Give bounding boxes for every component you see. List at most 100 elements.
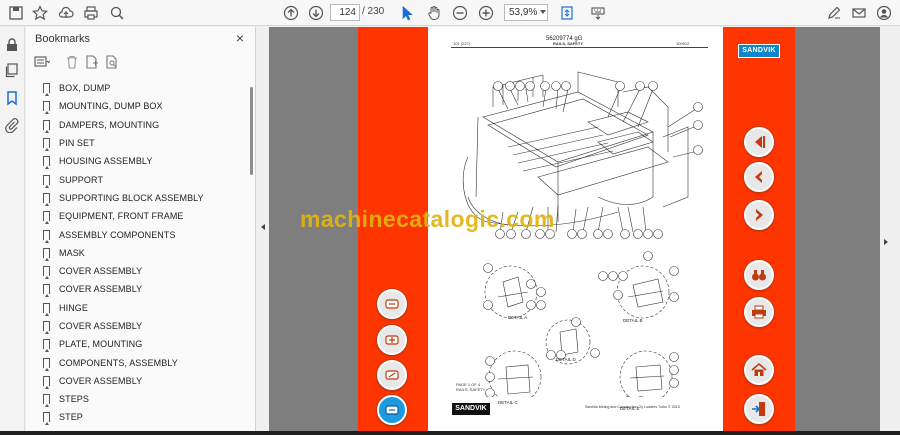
bookmark-item[interactable]: MASK <box>26 244 248 262</box>
bookmark-item[interactable]: MOUNTING, DUMP BOX <box>26 97 248 115</box>
footer-copyright: Sandvik Mining and Construction Oy Loade… <box>585 405 680 409</box>
bookmark-label: MOUNTING, DUMP BOX <box>59 101 163 112</box>
watermark-text: machinecatalogic.com <box>300 206 555 232</box>
bookmark-icon <box>43 412 50 426</box>
attachments-icon[interactable] <box>2 115 22 135</box>
bookmark-item[interactable]: EQUIPMENT, FRONT FRAME <box>26 207 248 225</box>
search-button[interactable] <box>744 260 774 290</box>
bookmark-icon <box>43 229 50 243</box>
account-icon[interactable] <box>874 3 894 23</box>
bookmark-search-icon[interactable] <box>104 54 120 70</box>
bookmark-label: COMPONENTS, ASSEMBLY <box>59 357 178 368</box>
page-margin-right <box>710 27 723 431</box>
bookmark-item[interactable]: DAMPERS, MOUNTING <box>26 116 248 134</box>
bottom-border <box>0 431 900 435</box>
detail-c-label: DETAIL C <box>498 400 518 405</box>
save-icon[interactable] <box>6 3 26 23</box>
chevron-right-icon <box>756 209 763 221</box>
chevron-down-icon[interactable] <box>540 10 546 14</box>
bookmark-item[interactable]: SUPPORTING BLOCK ASSEMBLY <box>26 189 248 207</box>
view-detail-button-1[interactable] <box>377 289 407 319</box>
next-page-icon[interactable] <box>306 3 326 23</box>
sandvik-logo: SANDVIK <box>738 44 780 58</box>
upload-cloud-icon[interactable] <box>56 3 76 23</box>
bookmark-item[interactable]: BOX, DUMP <box>26 79 248 97</box>
document-view-icon <box>385 405 399 415</box>
bookmark-icon <box>43 357 50 371</box>
bookmark-label: PIN SET <box>59 138 95 149</box>
previous-page-button[interactable] <box>744 162 774 192</box>
document-view-icon <box>385 299 399 309</box>
bookmark-item[interactable]: COVER ASSEMBLY <box>26 372 248 390</box>
next-page-button[interactable] <box>744 200 774 230</box>
exit-button[interactable] <box>744 394 774 424</box>
bookmark-icon <box>43 192 50 206</box>
home-icon <box>751 362 767 376</box>
bookmark-label: DAMPERS, MOUNTING <box>59 119 160 130</box>
fit-page-icon[interactable] <box>557 3 577 23</box>
lock-icon[interactable] <box>2 35 22 55</box>
zoom-out-icon[interactable] <box>450 3 470 23</box>
bookmark-list: BOX, DUMP MOUNTING, DUMP BOX DAMPERS, MO… <box>26 79 248 427</box>
keyboard-scroll-icon[interactable] <box>588 3 608 23</box>
bookmarks-panel-icon[interactable] <box>2 88 22 108</box>
panel-title: Bookmarks <box>35 33 91 45</box>
bookmark-label: HOUSING ASSEMBLY <box>59 156 153 167</box>
printer-icon <box>752 305 766 319</box>
view-detail-button-3[interactable] <box>377 360 407 390</box>
bookmark-item[interactable]: PLATE, MOUNTING <box>26 335 248 353</box>
bookmark-item[interactable]: ASSEMBLY COMPONENTS <box>26 225 248 243</box>
bookmark-icon <box>43 83 50 97</box>
bookmark-icon <box>43 375 50 389</box>
hand-tool-icon[interactable] <box>424 3 444 23</box>
bookmark-icon <box>43 101 50 115</box>
bookmark-label: HINGE <box>59 302 89 313</box>
bookmark-options-icon[interactable] <box>34 54 50 70</box>
bookmark-item[interactable]: COVER ASSEMBLY <box>26 280 248 298</box>
first-page-button[interactable] <box>744 127 774 157</box>
select-cursor-icon[interactable] <box>397 3 417 23</box>
bookmark-item[interactable]: COVER ASSEMBLY <box>26 317 248 335</box>
bookmark-scrollbar[interactable] <box>250 87 253 175</box>
sandvik-footer-logo: SANDVIK <box>452 403 490 415</box>
previous-page-icon[interactable] <box>281 3 301 23</box>
bookmark-item[interactable]: COMPONENTS, ASSEMBLY <box>26 353 248 371</box>
bookmark-item[interactable]: STEPS <box>26 390 248 408</box>
expand-right-panel-icon[interactable] <box>884 239 888 245</box>
bookmark-item[interactable]: COVER ASSEMBLY <box>26 262 248 280</box>
first-page-icon <box>755 136 765 148</box>
left-tool-rail <box>0 27 25 435</box>
bookmarks-panel: Bookmarks × BOX, DUMP MOUNTING, DUMP BOX… <box>26 27 256 435</box>
new-bookmark-icon[interactable] <box>84 54 100 70</box>
mail-icon[interactable] <box>849 3 869 23</box>
bookmark-item[interactable]: HOUSING ASSEMBLY <box>26 152 248 170</box>
bookmark-item[interactable]: HINGE <box>26 299 248 317</box>
bookmark-label: COVER ASSEMBLY <box>59 266 143 277</box>
page-thumbnails-icon[interactable] <box>2 60 22 80</box>
close-icon[interactable]: × <box>233 31 247 45</box>
print-page-button[interactable] <box>744 297 774 327</box>
home-button[interactable] <box>744 355 774 385</box>
view-detail-button-2[interactable] <box>377 325 407 355</box>
page-number-input[interactable]: 124 <box>330 4 360 21</box>
delete-bookmark-icon[interactable] <box>64 54 80 70</box>
search-zoom-icon[interactable] <box>107 3 127 23</box>
edit-pen-icon[interactable] <box>824 3 844 23</box>
bookmark-icon <box>43 339 50 353</box>
view-detail-button-4[interactable] <box>377 395 407 425</box>
collapse-panel-icon[interactable] <box>261 224 265 230</box>
bookmark-item[interactable]: SUPPORT <box>26 170 248 188</box>
vertical-scrollbar[interactable] <box>880 27 900 431</box>
main-toolbar: 124 / 230 53,9% <box>0 0 900 26</box>
header-right-text: 100912 <box>676 41 690 46</box>
bookmark-star-icon[interactable] <box>30 3 50 23</box>
print-icon[interactable] <box>81 3 101 23</box>
bookmark-icon <box>43 247 50 261</box>
bookmark-icon <box>43 284 50 298</box>
binoculars-icon <box>752 270 766 281</box>
detail-a-label: DETAIL A <box>508 315 528 320</box>
zoom-in-icon[interactable] <box>476 3 496 23</box>
bookmark-item[interactable]: STEP <box>26 408 248 426</box>
bookmark-label: PLATE, MOUNTING <box>59 339 143 350</box>
bookmark-item[interactable]: PIN SET <box>26 134 248 152</box>
